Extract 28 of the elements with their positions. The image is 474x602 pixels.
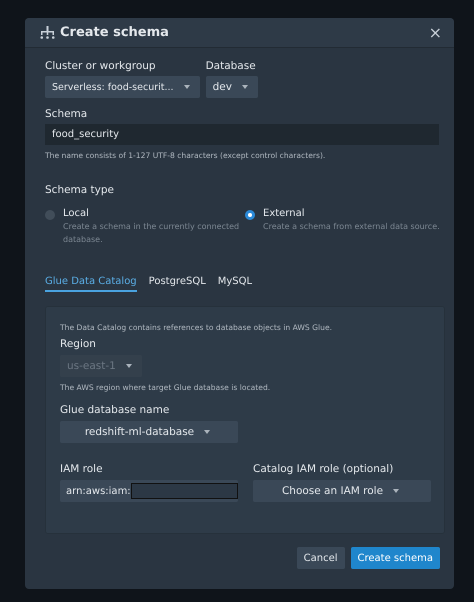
radio-label: Local	[63, 208, 90, 219]
radio-description: Create a schema from external data source.	[263, 221, 441, 233]
cancel-button[interactable]: Cancel	[296, 547, 345, 569]
catalog-role-dropdown[interactable]: Choose an IAM role	[253, 480, 431, 502]
schema-input[interactable]: food_security	[45, 124, 439, 145]
dialog-title: Create schema	[60, 25, 170, 40]
radio-button[interactable]	[45, 210, 55, 220]
hierarchy-icon	[39, 26, 56, 40]
glue-database-dropdown[interactable]: redshift-ml-database	[60, 421, 238, 443]
section-label: Schema type	[45, 184, 114, 196]
iam-role-input[interactable]: arn:aws:iam:	[60, 480, 238, 502]
radio-label: External	[263, 208, 306, 219]
field-label: IAM role	[60, 463, 103, 475]
radio-description: Create a schema in the currently connected database.	[63, 221, 240, 246]
field-label: Cluster or workgroup	[45, 60, 156, 72]
close-button[interactable]: ×	[428, 23, 442, 42]
tab[interactable]: MySQL	[218, 276, 252, 292]
radio-button[interactable]	[245, 210, 255, 220]
field-label: Catalog IAM role (optional)	[253, 463, 394, 475]
cluster-dropdown[interactable]: Serverless: food-securit...	[45, 76, 200, 98]
tab[interactable]: Glue Data Catalog	[45, 276, 137, 292]
field-label: Region	[60, 338, 96, 350]
field-label: Database	[206, 60, 256, 72]
create-button[interactable]: Create schema	[350, 547, 440, 569]
field-label: Glue database name	[60, 404, 170, 416]
tab[interactable]: PostgreSQL	[148, 276, 206, 292]
field-label: Schema	[45, 108, 88, 120]
database-dropdown[interactable]: dev	[206, 76, 258, 98]
